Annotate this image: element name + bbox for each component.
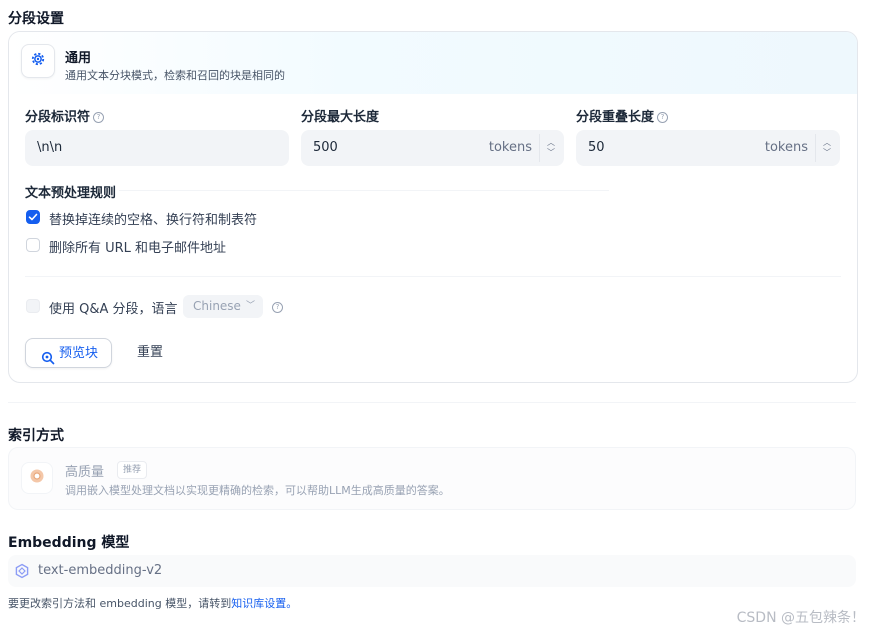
overlap-stepper[interactable]: ︿ ﹀ bbox=[815, 134, 838, 162]
qa-label: 使用 Q&A 分段，语言 bbox=[49, 302, 178, 317]
preprocess-title: 文本预处理规则 bbox=[25, 186, 117, 201]
divider bbox=[8, 402, 856, 403]
preview-button[interactable]: 预览块 bbox=[25, 338, 112, 368]
rule-2-label[interactable]: 删除所有 URL 和电子邮件地址 bbox=[49, 237, 226, 256]
language-select[interactable]: Chinese ﹀ bbox=[183, 295, 263, 318]
embedding-note-text: 要更改索引方法和 embedding 模型，请转到 bbox=[8, 597, 232, 610]
gear-icon bbox=[29, 50, 47, 72]
overlap-label-text: 分段重叠长度 bbox=[576, 110, 655, 125]
embedding-title: Embedding 模型 bbox=[8, 535, 130, 551]
separator-value: \n\n bbox=[37, 140, 63, 155]
max-length-stepper[interactable]: ︿ ﹀ bbox=[539, 134, 562, 162]
info-icon[interactable]: ? bbox=[272, 302, 283, 313]
overlap-unit: tokens bbox=[764, 140, 808, 155]
chevron-up-icon[interactable]: ︿ bbox=[823, 138, 831, 148]
preview-button-label: 预览块 bbox=[59, 346, 99, 361]
general-mode-icon-box bbox=[21, 44, 55, 78]
language-value: Chinese bbox=[193, 299, 241, 313]
model-provider-icon bbox=[14, 563, 30, 583]
reset-button[interactable]: 重置 bbox=[125, 338, 175, 368]
high-quality-option[interactable]: 高质量 推荐 调用嵌入模型处理文档以实现更精确的检索，可以帮助LLM生成高质量的… bbox=[8, 447, 856, 510]
index-method-title: 索引方式 bbox=[8, 428, 64, 444]
info-icon[interactable]: ? bbox=[657, 112, 669, 123]
watermark: CSDN @五包辣条！ bbox=[736, 610, 865, 626]
rule-1-label[interactable]: 替换掉连续的空格、换行符和制表符 bbox=[49, 209, 257, 228]
general-mode-description: 通用文本分块模式，检索和召回的块是相同的 bbox=[65, 69, 285, 82]
divider bbox=[119, 190, 609, 191]
reset-button-label: 重置 bbox=[136, 345, 163, 360]
segment-settings-title: 分段设置 bbox=[8, 11, 64, 27]
high-quality-description: 调用嵌入模型处理文档以实现更精确的检索，可以帮助LLM生成高质量的答案。 bbox=[65, 484, 450, 497]
rule-1-checkbox[interactable] bbox=[26, 210, 40, 224]
check-icon bbox=[28, 213, 38, 221]
qa-checkbox[interactable] bbox=[26, 299, 40, 313]
separator-label-text: 分段标识符 bbox=[25, 110, 91, 125]
separator-label: 分段标识符? bbox=[25, 106, 105, 125]
max-length-input[interactable]: 500 tokens ︿ ﹀ bbox=[301, 130, 564, 166]
separator-input[interactable]: \n\n bbox=[25, 130, 289, 166]
knowledge-settings-link[interactable]: 知识库设置。 bbox=[231, 597, 297, 610]
embedding-note: 要更改索引方法和 embedding 模型，请转到知识库设置。 bbox=[8, 595, 297, 611]
max-length-label: 分段最大长度 bbox=[301, 106, 379, 125]
recommended-badge: 推荐 bbox=[117, 461, 148, 479]
chevron-up-icon[interactable]: ︿ bbox=[547, 138, 555, 148]
star-icon bbox=[29, 468, 45, 488]
divider bbox=[25, 276, 841, 277]
chevron-down-icon: ﹀ bbox=[245, 301, 255, 311]
general-mode-title: 通用 bbox=[65, 51, 92, 66]
embedding-model-select[interactable]: text-embedding-v2 bbox=[8, 555, 856, 587]
general-mode-header[interactable]: 通用 通用文本分块模式，检索和召回的块是相同的 bbox=[9, 32, 857, 94]
info-icon[interactable]: ? bbox=[93, 112, 105, 123]
max-length-unit: tokens bbox=[488, 140, 532, 155]
high-quality-icon-box bbox=[21, 462, 53, 494]
overlap-input[interactable]: 50 tokens ︿ ﹀ bbox=[576, 130, 840, 166]
segment-settings-card: 通用 通用文本分块模式，检索和召回的块是相同的 分段标识符? 分段最大长度 分段… bbox=[8, 31, 858, 383]
overlap-value: 50 bbox=[588, 140, 605, 155]
embedding-model-name: text-embedding-v2 bbox=[38, 563, 163, 578]
rule-2-checkbox[interactable] bbox=[26, 238, 40, 252]
search-icon bbox=[41, 347, 55, 377]
max-length-value: 500 bbox=[313, 140, 338, 155]
max-length-label-text: 分段最大长度 bbox=[301, 110, 380, 125]
high-quality-title: 高质量 bbox=[65, 465, 105, 480]
overlap-label: 分段重叠长度? bbox=[576, 106, 669, 125]
chevron-down-icon[interactable]: ﹀ bbox=[823, 148, 831, 158]
chevron-down-icon[interactable]: ﹀ bbox=[547, 148, 555, 158]
